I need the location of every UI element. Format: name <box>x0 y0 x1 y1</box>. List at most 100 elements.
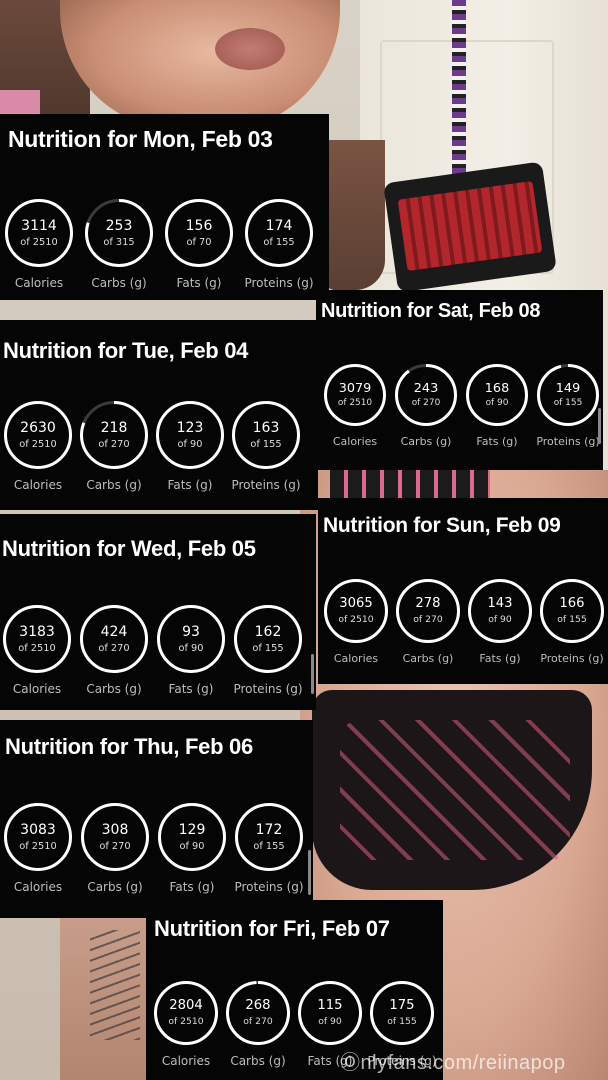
hair-strand <box>325 140 385 290</box>
metric-value: 243 <box>413 380 439 396</box>
metric-carbs[interactable]: 278 of 270 Carbs (g) <box>395 578 461 670</box>
metric-value: 168 <box>484 380 510 396</box>
panel-title: Nutrition for Wed, Feb 05 <box>2 536 256 561</box>
metric-calories[interactable]: 2804 of 2510 Calories <box>153 980 219 1072</box>
metric-target: of 2510 <box>19 438 57 450</box>
metric-target: of 270 <box>411 398 441 409</box>
metric-value: 268 <box>245 998 271 1014</box>
metric-fats[interactable]: 143 of 90 Fats (g) <box>467 578 533 670</box>
metric-value: 278 <box>415 596 441 612</box>
bead-strand <box>452 0 466 200</box>
metric-calories[interactable]: 3079 of 2510 Calories <box>323 363 387 453</box>
nutrition-panel-thu: Nutrition for Thu, Feb 06 3083 of 2510 Calo… <box>0 720 313 918</box>
metric-target: of 270 <box>243 1016 273 1028</box>
metric-carbs[interactable]: 308 of 270 Carbs (g) <box>80 802 150 898</box>
metric-fats[interactable]: 93 of 90 Fats (g) <box>156 604 226 700</box>
metric-calories[interactable]: 2630 of 2510 Calories <box>3 400 73 496</box>
metric-target: of 270 <box>413 614 443 626</box>
metric-label: Proteins (g) <box>231 478 301 492</box>
metric-target: of 155 <box>250 438 282 450</box>
metric-calories[interactable]: 3065 of 2510 Calories <box>323 578 389 670</box>
shorts-print <box>340 720 570 860</box>
metric-proteins[interactable]: 172 of 155 Proteins (g) <box>234 802 304 898</box>
metric-value: 2804 <box>169 998 203 1014</box>
metric-target: of 90 <box>485 398 509 409</box>
metric-calories[interactable]: 3183 of 2510 Calories <box>2 604 72 700</box>
metric-calories[interactable]: 3114 of 2510 Calories <box>4 198 74 294</box>
metric-target: of 155 <box>387 1016 417 1028</box>
metric-value: 174 <box>265 217 293 234</box>
metric-target: of 70 <box>186 236 212 248</box>
metric-target: of 90 <box>488 614 512 626</box>
nutrition-panel-wed: Nutrition for Wed, Feb 05 3183 of 2510 Calo… <box>0 514 316 710</box>
metric-value: 123 <box>176 419 204 436</box>
metric-carbs[interactable]: 218 of 270 Carbs (g) <box>79 400 149 496</box>
metric-target: of 2510 <box>18 642 56 654</box>
metric-target: of 270 <box>98 642 130 654</box>
metric-carbs[interactable]: 253 of 315 Carbs (g) <box>84 198 154 294</box>
panel-title: Nutrition for Fri, Feb 07 <box>154 916 390 941</box>
scrollbar[interactable] <box>598 408 601 444</box>
metric-value: 172 <box>255 821 283 838</box>
metric-label: Proteins (g) <box>536 435 600 448</box>
metric-fats[interactable]: 129 of 90 Fats (g) <box>157 802 227 898</box>
metric-target: of 2510 <box>20 236 58 248</box>
metric-value: 308 <box>101 821 129 838</box>
panel-title: Nutrition for Mon, Feb 03 <box>8 126 273 152</box>
metric-proteins[interactable]: 162 of 155 Proteins (g) <box>233 604 303 700</box>
metric-target: of 155 <box>553 398 583 409</box>
metric-value: 424 <box>100 623 128 640</box>
metric-label: Proteins (g) <box>234 880 304 894</box>
metric-value: 3065 <box>339 596 373 612</box>
metric-proteins[interactable]: 166 of 155 Proteins (g) <box>539 578 605 670</box>
metric-value: 3083 <box>20 821 56 838</box>
metric-value: 3079 <box>338 380 372 396</box>
metric-target: of 90 <box>318 1016 342 1028</box>
nutrition-panel-sun: Nutrition for Sun, Feb 09 3065 of 2510 Calo… <box>318 498 608 684</box>
metric-carbs[interactable]: 424 of 270 Carbs (g) <box>79 604 149 700</box>
metric-value: 93 <box>182 623 200 640</box>
metric-value: 163 <box>252 419 280 436</box>
metric-target: of 2510 <box>338 614 374 626</box>
metric-value: 166 <box>559 596 585 612</box>
metric-value: 2630 <box>20 419 56 436</box>
metric-target: of 270 <box>99 840 131 852</box>
metric-target: of 155 <box>557 614 587 626</box>
metric-target: of 2510 <box>337 398 373 409</box>
metric-proteins[interactable]: 174 of 155 Proteins (g) <box>244 198 314 294</box>
panel-title: Nutrition for Sun, Feb 09 <box>323 514 561 537</box>
panel-title: Nutrition for Thu, Feb 06 <box>5 734 253 759</box>
nutrition-panel-mon: Nutrition for Mon, Feb 03 3114 of 2510 Calo… <box>0 114 329 300</box>
metric-value: 175 <box>389 998 415 1014</box>
metric-label: Carbs (g) <box>91 276 147 290</box>
metric-value: 3114 <box>21 217 57 234</box>
metric-label: Fats (g) <box>176 276 222 290</box>
tattoo <box>90 930 140 1040</box>
metric-proteins[interactable]: 149 of 155 Proteins (g) <box>536 363 600 453</box>
metric-value: 3183 <box>19 623 55 640</box>
metric-value: 149 <box>555 380 581 396</box>
metric-value: 129 <box>178 821 206 838</box>
lips <box>215 28 285 70</box>
metric-label: Calories <box>14 276 64 290</box>
nutrition-panel-sat: Nutrition for Sat, Feb 08 3079 of 2510 Calo… <box>316 290 603 470</box>
metric-value: 218 <box>100 419 128 436</box>
metric-calories[interactable]: 3083 of 2510 Calories <box>3 802 73 898</box>
metric-value: 115 <box>317 998 343 1014</box>
metric-value: 143 <box>487 596 513 612</box>
metric-value: 156 <box>185 217 213 234</box>
metric-target: of 90 <box>178 642 204 654</box>
metric-target: of 315 <box>103 236 135 248</box>
metric-target: of 2510 <box>19 840 57 852</box>
metric-target: of 155 <box>252 642 284 654</box>
scrollbar[interactable] <box>308 850 311 895</box>
metric-fats[interactable]: 168 of 90 Fats (g) <box>465 363 529 453</box>
metric-proteins[interactable]: 163 of 155 Proteins (g) <box>231 400 301 496</box>
metric-fats[interactable]: 156 of 70 Fats (g) <box>164 198 234 294</box>
metric-carbs[interactable]: 243 of 270 Carbs (g) <box>394 363 458 453</box>
metric-value: 253 <box>105 217 133 234</box>
metric-carbs[interactable]: 268 of 270 Carbs (g) <box>225 980 291 1072</box>
watermark: Ⓞnlyfans.com/reiinapop <box>340 1052 566 1074</box>
metric-fats[interactable]: 123 of 90 Fats (g) <box>155 400 225 496</box>
panel-title: Nutrition for Tue, Feb 04 <box>3 338 249 363</box>
